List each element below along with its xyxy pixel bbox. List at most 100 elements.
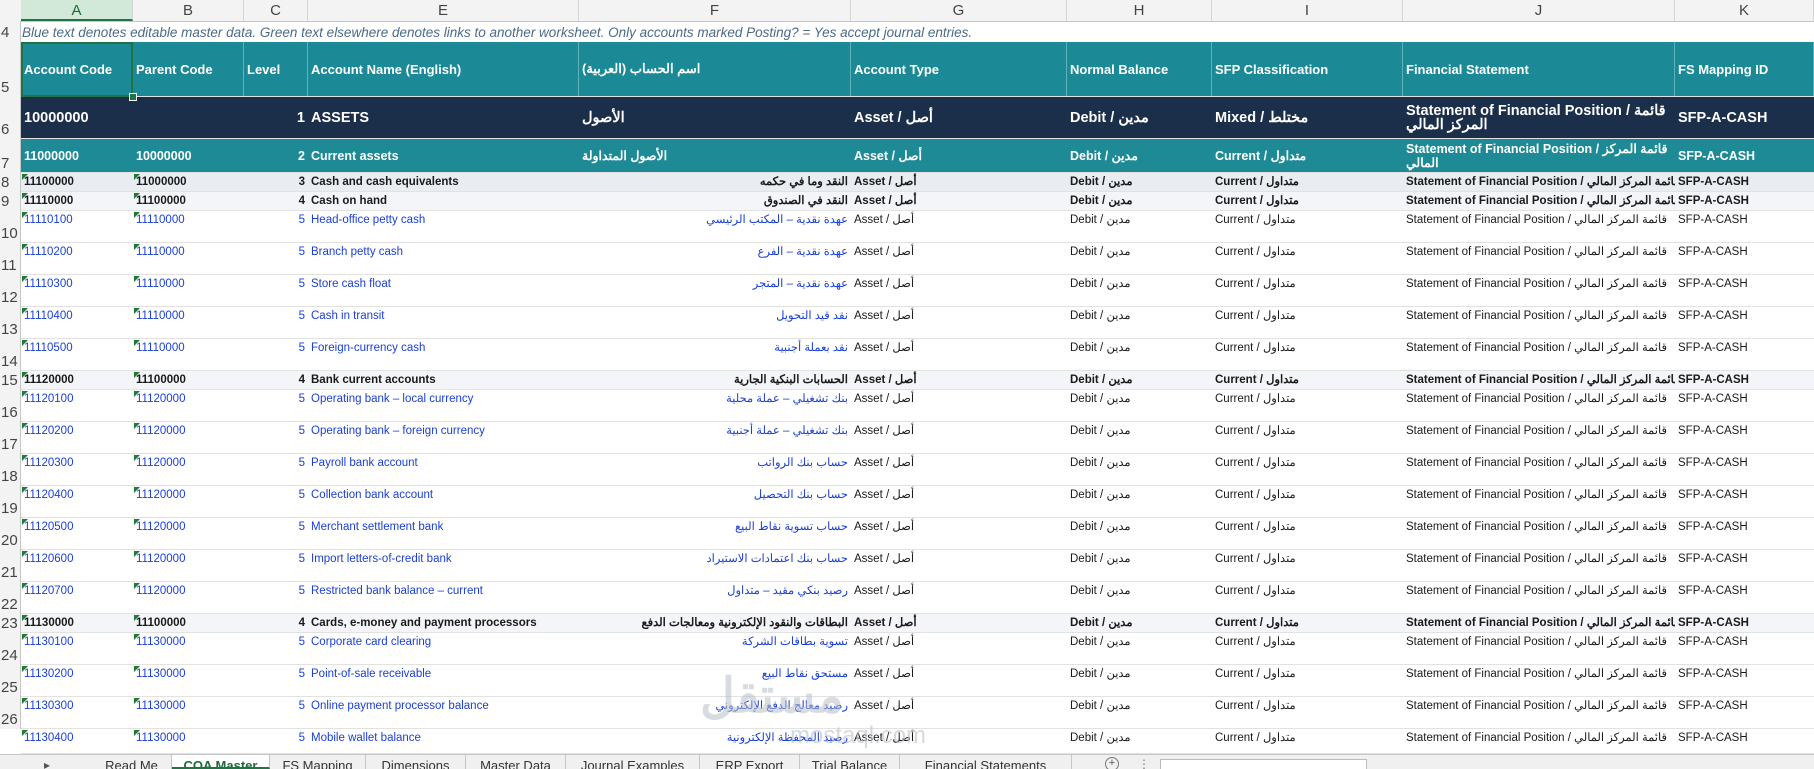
account-name-cell[interactable]: ASSETS [308,97,579,138]
table-row[interactable]: 11110300 11110000 5 Store cash float عهد… [21,275,1814,307]
account-code-cell[interactable]: 11110500 [21,339,133,370]
column-header-k[interactable]: K [1675,0,1814,21]
sfp-classification-cell[interactable]: Current / متداول [1212,339,1403,370]
account-code-cell[interactable]: 11130400 [21,729,133,753]
normal-balance-cell[interactable]: Debit / مدين [1067,390,1212,421]
account-name-ar-cell[interactable]: النقد وما في حكمه [579,173,851,191]
normal-balance-cell[interactable]: Debit / مدين [1067,243,1212,274]
account-name-ar-cell[interactable]: حساب بنك التحصيل [579,486,851,517]
level-cell[interactable]: 5 [244,665,308,696]
header-account-name-en[interactable]: Account Name (English) [308,42,579,96]
account-type-cell[interactable]: Asset / أصل [851,390,1067,421]
normal-balance-cell[interactable]: Debit / مدين [1067,211,1212,242]
account-name-ar-cell[interactable]: الحسابات البنكية الجارية [579,371,851,389]
level-cell[interactable]: 5 [244,486,308,517]
table-row[interactable]: 11110100 11110000 5 Head-office petty ca… [21,211,1814,243]
account-code-cell[interactable]: 11110300 [21,275,133,306]
table-row[interactable]: 10000000 1 ASSETS الأصول Asset / أصل Deb… [21,97,1814,139]
fill-handle[interactable] [129,93,137,101]
level-cell[interactable]: 5 [244,275,308,306]
account-name-ar-cell[interactable]: بنك تشغيلي – عملة أجنبية [579,422,851,453]
table-row[interactable]: 11110500 11110000 5 Foreign-currency cas… [21,339,1814,371]
parent-code-cell[interactable]: 11100000 [133,614,244,632]
row-number[interactable]: 4 [0,21,21,42]
account-name-ar-cell[interactable]: حساب بنك اعتمادات الاستيراد [579,550,851,581]
parent-code-cell[interactable]: 11120000 [133,390,244,421]
sfp-classification-cell[interactable]: Current / متداول [1212,192,1403,210]
level-cell[interactable]: 4 [244,192,308,210]
account-name-ar-cell[interactable]: تسوية بطاقات الشركة [579,633,851,664]
row-number[interactable]: 13 [0,307,21,339]
account-name-ar-cell[interactable]: رصيد بنكي مقيد – متداول [579,582,851,613]
account-code-cell[interactable]: 11110100 [21,211,133,242]
level-cell[interactable]: 5 [244,243,308,274]
account-name-ar-cell[interactable]: عهدة نقدية – المتجر [579,275,851,306]
parent-code-cell[interactable]: 11110000 [133,275,244,306]
fs-mapping-id-cell[interactable]: SFP-A-CASH [1675,729,1814,753]
normal-balance-cell[interactable]: Debit / مدين [1067,582,1212,613]
account-code-cell[interactable]: 11120000 [21,371,133,389]
row-number[interactable]: 16 [0,390,21,422]
financial-statement-cell[interactable]: Statement of Financial Position / قائمة … [1403,97,1675,138]
account-code-cell[interactable]: 11120200 [21,422,133,453]
parent-code-cell[interactable]: 11130000 [133,729,244,753]
account-code-cell[interactable]: 11120100 [21,390,133,421]
sfp-classification-cell[interactable]: Current / متداول [1212,614,1403,632]
normal-balance-cell[interactable]: Debit / مدين [1067,307,1212,338]
level-cell[interactable]: 5 [244,582,308,613]
parent-code-cell[interactable]: 10000000 [133,139,244,172]
fs-mapping-id-cell[interactable]: SFP-A-CASH [1675,518,1814,549]
row-number[interactable]: 11 [0,243,21,275]
level-cell[interactable]: 5 [244,339,308,370]
sfp-classification-cell[interactable]: Current / متداول [1212,139,1403,172]
row-number[interactable]: 18 [0,454,21,486]
row-number[interactable]: 14 [0,339,21,371]
financial-statement-cell[interactable]: Statement of Financial Position / قائمة … [1403,582,1675,613]
account-name-cell[interactable]: Cards, e-money and payment processors [308,614,579,632]
sfp-classification-cell[interactable]: Current / متداول [1212,729,1403,753]
level-cell[interactable]: 4 [244,371,308,389]
financial-statement-cell[interactable]: Statement of Financial Position / قائمة … [1403,422,1675,453]
account-name-ar-cell[interactable]: النقد في الصندوق [579,192,851,210]
account-name-cell[interactable]: Import letters-of-credit bank [308,550,579,581]
account-name-ar-cell[interactable]: البطاقات والنقود الإلكترونية ومعالجات ال… [579,614,851,632]
account-name-ar-cell[interactable]: نقد بعملة أجنبية [579,339,851,370]
row-number[interactable]: 15 [0,371,21,390]
account-type-cell[interactable]: Asset / أصل [851,422,1067,453]
sfp-classification-cell[interactable]: Current / متداول [1212,550,1403,581]
row-number[interactable]: 12 [0,275,21,307]
sfp-classification-cell[interactable]: Current / متداول [1212,211,1403,242]
account-type-cell[interactable]: Asset / أصل [851,582,1067,613]
account-code-cell[interactable]: 11120500 [21,518,133,549]
row-number[interactable]: 5 [0,42,21,97]
parent-code-cell[interactable]: 11130000 [133,665,244,696]
table-row[interactable]: 11110000 11100000 4 Cash on hand النقد ف… [21,192,1814,211]
account-type-cell[interactable]: Asset / أصل [851,339,1067,370]
legend-note[interactable]: Blue text denotes editable master data. … [21,21,1814,42]
account-code-cell[interactable]: 10000000 [21,97,133,138]
normal-balance-cell[interactable]: Debit / مدين [1067,139,1212,172]
tab-trial-balance[interactable]: Trial Balance [800,755,900,769]
fs-mapping-id-cell[interactable]: SFP-A-CASH [1675,97,1814,138]
normal-balance-cell[interactable]: Debit / مدين [1067,454,1212,485]
row-number[interactable]: 8 [0,173,21,192]
account-code-cell[interactable]: 11130100 [21,633,133,664]
account-type-cell[interactable]: Asset / أصل [851,518,1067,549]
parent-code-cell[interactable]: 11120000 [133,422,244,453]
table-row[interactable]: 11120100 11120000 5 Operating bank – loc… [21,390,1814,422]
fs-mapping-id-cell[interactable]: SFP-A-CASH [1675,665,1814,696]
row-number[interactable]: 6 [0,97,21,139]
tab-fs-mapping[interactable]: FS Mapping [270,755,366,769]
header-parent-code[interactable]: Parent Code [133,42,244,96]
account-name-ar-cell[interactable]: نقد قيد التحويل [579,307,851,338]
normal-balance-cell[interactable]: Debit / مدين [1067,518,1212,549]
tab-financial-statements[interactable]: Financial Statements [900,755,1072,769]
financial-statement-cell[interactable]: Statement of Financial Position / قائمة … [1403,550,1675,581]
sfp-classification-cell[interactable]: Current / متداول [1212,371,1403,389]
fs-mapping-id-cell[interactable]: SFP-A-CASH [1675,582,1814,613]
normal-balance-cell[interactable]: Debit / مدين [1067,97,1212,138]
tab-erp-export[interactable]: ERP Export [700,755,800,769]
sfp-classification-cell[interactable]: Current / متداول [1212,173,1403,191]
account-code-cell[interactable]: 11130200 [21,665,133,696]
parent-code-cell[interactable]: 11120000 [133,518,244,549]
